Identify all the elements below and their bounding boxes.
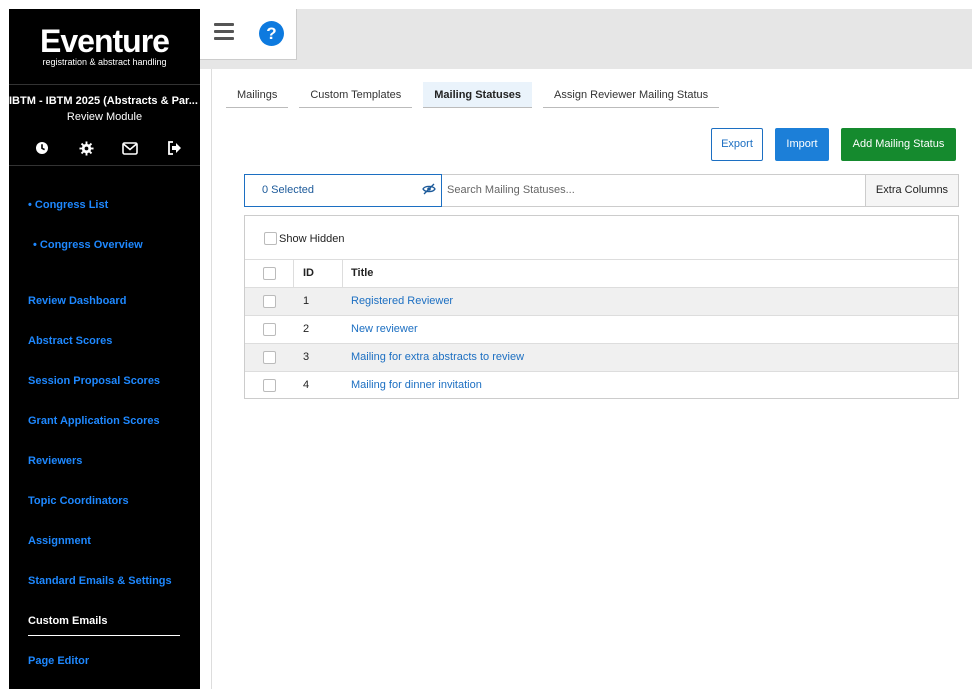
tab-mailings[interactable]: Mailings: [226, 82, 289, 108]
row-id: 4: [303, 379, 310, 391]
row-title-link[interactable]: New reviewer: [351, 316, 418, 343]
sidebar-icon-bar: [33, 139, 183, 157]
row-checkbox[interactable]: [263, 323, 276, 336]
logo[interactable]: Eventure registration & abstract handlin…: [9, 25, 200, 67]
table-row[interactable]: 3 Mailing for extra abstracts to review: [245, 343, 958, 371]
column-divider: [342, 260, 343, 288]
search-input[interactable]: Search Mailing Statuses...: [443, 175, 865, 206]
row-title-link[interactable]: Mailing for extra abstracts to review: [351, 344, 524, 371]
column-header-id[interactable]: ID: [303, 260, 314, 287]
sidebar-item-abstract-scores[interactable]: Abstract Scores: [28, 335, 112, 347]
show-hidden-checkbox[interactable]: [264, 232, 277, 245]
hamburger-icon[interactable]: [214, 23, 234, 41]
sidebar-item-assignment[interactable]: Assignment: [28, 535, 91, 547]
sidebar-item-grant-application-scores[interactable]: Grant Application Scores: [28, 415, 160, 427]
sidebar-link-congress-list[interactable]: • Congress List: [28, 199, 108, 211]
logout-icon[interactable]: [165, 139, 183, 157]
row-title-link[interactable]: Mailing for dinner invitation: [351, 372, 482, 399]
tab-bar: Mailings Custom Templates Mailing Status…: [226, 82, 730, 108]
select-all-checkbox[interactable]: [263, 267, 276, 280]
mailing-status-table: Show Hidden ID Title 1 Registered Review…: [244, 215, 959, 399]
mail-icon[interactable]: [121, 139, 139, 157]
row-checkbox[interactable]: [263, 295, 276, 308]
sidebar-item-reviewers[interactable]: Reviewers: [28, 455, 82, 467]
tab-custom-templates[interactable]: Custom Templates: [299, 82, 413, 108]
divider: [9, 165, 200, 166]
row-id: 3: [303, 351, 310, 363]
sidebar-item-custom-emails[interactable]: Custom Emails: [28, 615, 107, 627]
table-row[interactable]: 2 New reviewer: [245, 315, 958, 343]
question-icon[interactable]: ?: [259, 21, 284, 46]
export-button[interactable]: Export: [711, 128, 763, 161]
app-frame: Eventure registration & abstract handlin…: [0, 0, 980, 696]
table-row[interactable]: 4 Mailing for dinner invitation: [245, 371, 958, 399]
tab-assign-reviewer-mailing-status[interactable]: Assign Reviewer Mailing Status: [543, 82, 720, 108]
add-mailing-status-button[interactable]: Add Mailing Status: [841, 128, 956, 161]
selection-dropdown[interactable]: 0 Selected: [244, 174, 442, 207]
clock-icon[interactable]: [33, 139, 51, 157]
sidebar-item-review-dashboard[interactable]: Review Dashboard: [28, 295, 126, 307]
filter-bar: 0 Selected Search Mailing Statuses... Ex…: [244, 174, 959, 207]
sidebar: Eventure registration & abstract handlin…: [9, 9, 200, 689]
row-checkbox[interactable]: [263, 379, 276, 392]
column-header-title[interactable]: Title: [351, 260, 373, 287]
row-id: 1: [303, 295, 310, 307]
logo-name: Eventure: [40, 23, 170, 59]
top-bar-buttons: ?: [200, 9, 297, 60]
sidebar-item-standard-emails-settings[interactable]: Standard Emails & Settings: [28, 575, 172, 587]
selected-count: 0 Selected: [262, 184, 314, 196]
sidebar-item-page-editor[interactable]: Page Editor: [28, 655, 89, 667]
table-header-row: ID Title: [245, 259, 958, 288]
gear-icon[interactable]: [77, 139, 95, 157]
eye-slash-icon: [422, 183, 436, 197]
top-bar: [200, 9, 972, 69]
table-row[interactable]: 1 Registered Reviewer: [245, 287, 958, 315]
logo-tagline: registration & abstract handling: [42, 57, 167, 67]
divider: [9, 84, 200, 85]
active-indicator: [28, 635, 180, 636]
show-hidden-toggle[interactable]: Show Hidden: [264, 232, 344, 245]
row-checkbox[interactable]: [263, 351, 276, 364]
congress-title: IBTM - IBTM 2025 (Abstracts & Par...: [9, 95, 198, 107]
show-hidden-label: Show Hidden: [279, 232, 345, 245]
row-id: 2: [303, 323, 310, 335]
sidebar-item-session-proposal-scores[interactable]: Session Proposal Scores: [28, 375, 160, 387]
import-button[interactable]: Import: [775, 128, 829, 161]
column-divider: [293, 260, 294, 288]
sidebar-item-topic-coordinators[interactable]: Topic Coordinators: [28, 495, 129, 507]
extra-columns-button[interactable]: Extra Columns: [865, 175, 958, 206]
tab-mailing-statuses[interactable]: Mailing Statuses: [423, 82, 533, 108]
sidebar-link-congress-overview[interactable]: • Congress Overview: [33, 239, 143, 251]
row-title-link[interactable]: Registered Reviewer: [351, 288, 453, 315]
module-name: Review Module: [66, 111, 143, 123]
